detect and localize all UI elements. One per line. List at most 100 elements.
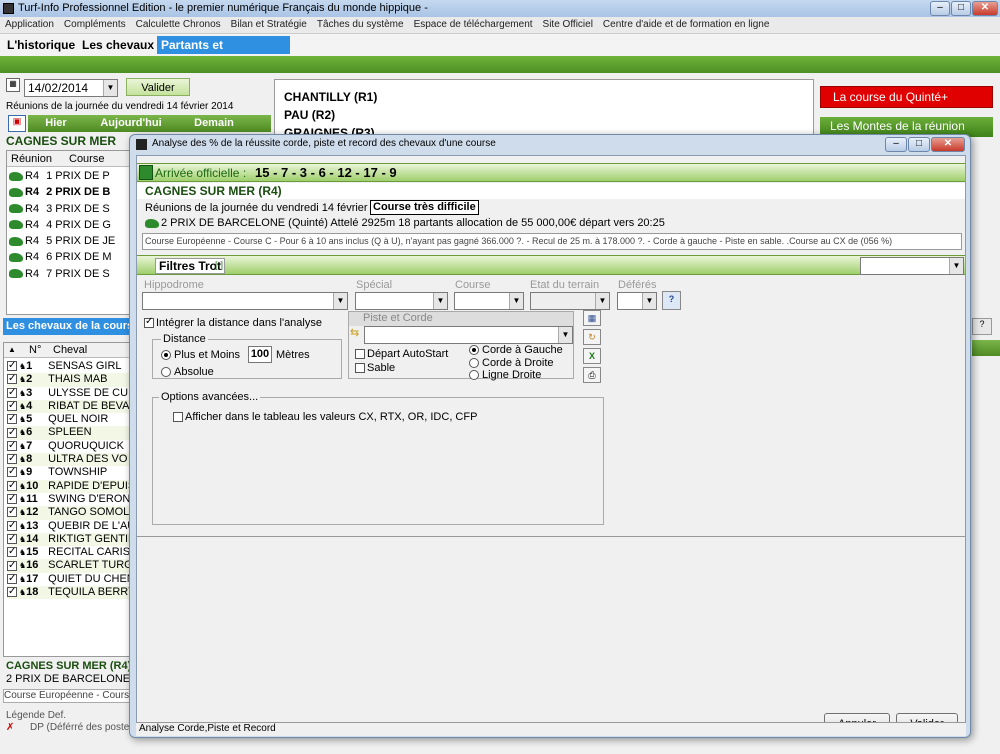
radio-on-icon (469, 345, 479, 356)
col-cheval[interactable]: Cheval (53, 344, 87, 356)
jockey-icon: ♞ (19, 548, 27, 558)
tab-historique[interactable]: L'historique (3, 36, 79, 54)
integrate-distance-checkbox[interactable]: Intégrer la distance dans l'analyse (144, 316, 322, 329)
label-special: Spécial (356, 279, 393, 291)
options-checkbox[interactable]: Afficher dans le tableau les valeurs CX,… (173, 411, 477, 423)
horse-row[interactable]: ♞2THAIS MAB (7, 373, 130, 387)
filters-select[interactable]: ▼ (860, 257, 964, 275)
menu-calculette[interactable]: Calculette Chronos (131, 17, 226, 33)
horse-row[interactable]: ♞7QUORUQUICK (7, 440, 130, 453)
horse-row[interactable]: ♞4RIBAT DE BEVA (7, 399, 130, 414)
menu-site[interactable]: Site Officiel (538, 17, 598, 33)
distance-input[interactable]: 100 (248, 346, 272, 363)
help-icon[interactable]: ? (972, 318, 992, 335)
jockey-icon: ♞ (19, 494, 27, 504)
chevron-down-icon: ▼ (509, 293, 523, 309)
checkbox-checked-icon (7, 466, 17, 478)
refresh-icon[interactable]: ↻ (583, 329, 601, 345)
distance-fieldset: Distance Plus et Moins 100 Mètres Absolu… (152, 333, 342, 379)
chevron-down-icon: ▼ (103, 80, 117, 96)
day-yesterday-button[interactable]: Hier (30, 117, 82, 129)
horse-row[interactable]: ♞9TOWNSHIP (7, 466, 130, 479)
col-reunion[interactable]: Réunion (11, 153, 52, 165)
horse-row[interactable]: ♞18TEQUILA BERRY (7, 586, 130, 600)
radio-off-icon (469, 358, 479, 369)
deferes-select[interactable]: ▼ (617, 292, 657, 310)
calendar-icon[interactable]: ▦ (6, 78, 20, 92)
tab-partants[interactable]: Partants et Pronostics (157, 36, 290, 70)
dialog-minimize-icon[interactable]: – (885, 137, 907, 152)
special-select[interactable]: ▼ (355, 292, 448, 310)
piste-select[interactable]: ▼ (364, 326, 573, 344)
col-num[interactable]: N° (29, 344, 41, 356)
conditions-field: Course Européenne - Course C - Pour 6 à … (142, 233, 962, 250)
horse-row[interactable]: ♞15RECITAL CARISA (7, 546, 130, 559)
date-select[interactable]: 14/02/2014 ▼ (24, 79, 118, 97)
day-today-button[interactable]: Aujourd'hui (100, 117, 162, 129)
meeting-item[interactable]: CHANTILLY (R1) (284, 90, 377, 104)
menu-complements[interactable]: Compléments (59, 17, 131, 33)
horse-row[interactable]: ♞13QUEBIR DE L'AU (7, 520, 130, 533)
menu-bilan[interactable]: Bilan et Stratégie (226, 17, 312, 33)
absolue-radio[interactable]: Absolue (161, 366, 214, 378)
maximize-icon[interactable]: □ (951, 1, 971, 16)
day-tomorrow-button[interactable]: Demain (188, 117, 240, 129)
horse-row[interactable]: ♞6SPLEEN (7, 426, 130, 440)
agenda-icon[interactable]: ▣ (8, 115, 26, 132)
race-row[interactable]: R4 2 PRIX DE B (9, 186, 115, 202)
horse-row[interactable]: ♞10RAPIDE D'EPUIS (7, 479, 130, 493)
horse-row[interactable]: ♞8ULTRA DES VO (7, 453, 130, 467)
excel-icon[interactable]: X (583, 348, 601, 364)
meeting-item[interactable]: PAU (R2) (284, 108, 335, 122)
print-icon[interactable]: ⎙ (583, 367, 601, 383)
sable-checkbox[interactable]: Sable (355, 362, 395, 374)
info-icon[interactable]: ? (662, 291, 681, 310)
label-deferes: Déférés (618, 279, 657, 291)
autostart-checkbox[interactable]: Départ AutoStart (355, 348, 448, 360)
menu-application[interactable]: Application (0, 17, 59, 33)
race-row[interactable]: R4 3 PRIX DE S (9, 203, 115, 219)
close-icon[interactable]: ✕ (972, 1, 998, 16)
date-validate-button[interactable]: Valider (126, 78, 190, 96)
app-title-bar: Turf-Info Professionnel Edition - le pre… (0, 0, 1000, 17)
terrain-select[interactable]: ▼ (530, 292, 610, 310)
horse-row[interactable]: ♞11SWING D'ERON (7, 493, 130, 506)
chevron-down-icon: ▼ (433, 293, 447, 309)
race-row[interactable]: R4 1 PRIX DE P (9, 170, 115, 186)
horse-row[interactable]: ♞14RIKTIGT GENTIL (7, 532, 130, 547)
filters-toggle[interactable]: [-] (215, 260, 223, 270)
checkbox-icon (173, 412, 183, 423)
hippodrome-select[interactable]: ▼ (142, 292, 348, 310)
corde-gauche-radio[interactable]: Corde à Gauche (469, 344, 563, 356)
horse-row[interactable]: ♞3ULYSSE DE CU (7, 387, 130, 400)
horse-row[interactable]: ♞1SENSAS GIRL (7, 360, 130, 373)
dialog-race: 2 PRIX DE BARCELONE (Quinté) Attelé 2925… (145, 217, 665, 229)
dialog-close-icon[interactable]: ✕ (931, 137, 965, 152)
horse-row[interactable]: ♞5QUEL NOIR (7, 413, 130, 426)
menu-telechargement[interactable]: Espace de téléchargement (409, 17, 538, 33)
corde-droite-radio[interactable]: Corde à Droite (469, 357, 554, 369)
course-select[interactable]: ▼ (454, 292, 524, 310)
table-icon[interactable]: ▦ (583, 310, 601, 326)
tab-chevaux[interactable]: Les chevaux (78, 36, 158, 54)
sort-icon[interactable]: ▲ (8, 345, 16, 354)
race-row[interactable]: R4 5 PRIX DE JE (9, 235, 115, 251)
menu-aide[interactable]: Centre d'aide et de formation en ligne (598, 17, 774, 33)
race-row[interactable]: R4 6 PRIX DE M (9, 251, 115, 267)
checkbox-checked-icon (7, 506, 17, 518)
bottom-desc: Course Européenne - Cours (3, 689, 131, 703)
horse-row[interactable]: ♞17QUIET DU CHEN (7, 573, 130, 586)
radio-off-icon (161, 367, 171, 378)
race-row[interactable]: R4 7 PRIX DE S (9, 268, 115, 284)
chevron-down-icon: ▼ (949, 258, 963, 274)
race-row[interactable]: R4 4 PRIX DE G (9, 219, 115, 235)
ligne-droite-radio[interactable]: Ligne Droite (469, 369, 541, 381)
horse-row[interactable]: ♞12TANGO SOMOL (7, 506, 130, 520)
horse-row[interactable]: ♞16SCARLET TURG (7, 559, 130, 573)
col-course[interactable]: Course (69, 153, 104, 165)
plus-moins-radio[interactable]: Plus et Moins (161, 349, 240, 361)
quinte-button[interactable]: La course du Quinté+ (820, 86, 993, 108)
menu-taches[interactable]: Tâches du système (312, 17, 409, 33)
dialog-maximize-icon[interactable]: □ (908, 137, 930, 152)
minimize-icon[interactable]: – (930, 1, 950, 16)
